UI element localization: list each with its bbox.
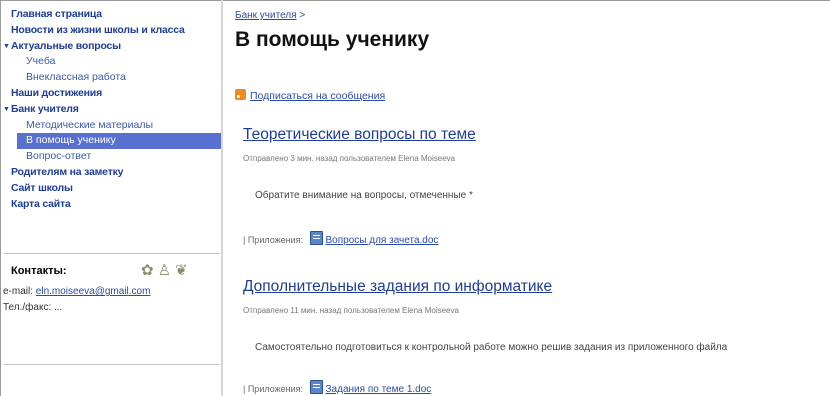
sidebar-item-school-site[interactable]: Сайт школы	[1, 181, 221, 197]
sidebar-item-extracurricular[interactable]: Внеклассная работа	[1, 70, 221, 86]
expand-arrow-icon[interactable]: ▼	[3, 39, 10, 55]
attachment-link[interactable]: Вопросы для зачета.doc	[326, 235, 439, 246]
sidebar-item-label: Главная страница	[11, 8, 102, 20]
sidebar-item-home[interactable]: Главная страница	[1, 7, 221, 23]
post-attachments: | Приложения: Вопросы для зачета.doc	[243, 231, 438, 246]
sidebar-item-label: Внеклассная работа	[26, 71, 126, 84]
contacts-title: Контакты:	[11, 265, 67, 277]
post-body: Самостоятельно подготовиться к контрольн…	[243, 334, 830, 360]
post-body-text: Самостоятельно подготовиться к контрольн…	[255, 342, 728, 353]
contact-phone: Тел./факс: ...	[3, 302, 63, 313]
sidebar-item-qa[interactable]: Вопрос-ответ	[1, 149, 221, 165]
breadcrumb-separator: >	[296, 10, 306, 21]
sidebar-item-label: Вопрос-ответ	[26, 150, 92, 163]
subscribe-link[interactable]: Подписаться на сообщения	[250, 90, 385, 102]
sidebar: Главная страница Новости из жизни школы …	[1, 1, 221, 396]
post-meta: Отправлено 11 мин. назад пользователем E…	[243, 306, 459, 315]
attachments-label: | Приложения:	[243, 384, 303, 394]
sidebar-item-label: Наши достижения	[11, 86, 102, 99]
contact-email: e-mail: eln.moiseeva@gmail.com	[3, 286, 150, 297]
sidebar-item-study[interactable]: Учеба	[1, 54, 221, 70]
sidebar-divider	[221, 0, 223, 396]
sidebar-bottom-divider	[3, 364, 220, 365]
email-link[interactable]: eln.moiseeva@gmail.com	[36, 286, 151, 297]
sidebar-item-parents[interactable]: Родителям на заметку	[1, 165, 221, 181]
page-title: В помощь ученику	[235, 28, 430, 51]
sidebar-item-label: Новости из жизни школы и класса	[11, 23, 185, 36]
attachment-link[interactable]: Задания по теме 1.doc	[326, 384, 432, 395]
post-attachments: | Приложения: Задания по теме 1.doc	[243, 380, 431, 395]
sidebar-item-student-help[interactable]: В помощь ученику	[17, 133, 221, 150]
breadcrumb-link-teacher-bank[interactable]: Банк учителя	[235, 10, 297, 21]
sidebar-item-methodical-materials[interactable]: Методические материалы	[1, 118, 221, 134]
subscribe-row: Подписаться на сообщения	[235, 89, 385, 102]
sidebar-item-label: Методические материалы	[26, 118, 153, 131]
sidebar-item-topical-questions[interactable]: ▼ Актуальные вопросы	[1, 39, 221, 55]
sidebar-item-achievements[interactable]: Наши достижения	[1, 86, 221, 102]
sidebar-item-label: Актуальные вопросы	[11, 39, 121, 52]
sidebar-item-label: Родителям на заметку	[11, 165, 124, 178]
sidebar-item-news[interactable]: Новости из жизни школы и класса	[1, 23, 221, 39]
document-icon	[309, 380, 323, 394]
sidebar-item-label: Карта сайта	[11, 197, 71, 210]
post-meta: Отправлено 3 мин. назад пользователем El…	[243, 154, 456, 163]
document-icon	[309, 231, 323, 245]
contact-icons: ✿♙❦	[141, 261, 192, 279]
post-body-text: Обратите внимание на вопросы, отмеченные…	[255, 190, 473, 201]
post-title[interactable]: Дополнительные задания по информатике	[243, 278, 552, 296]
rss-icon[interactable]	[235, 89, 246, 100]
post-body: Обратите внимание на вопросы, отмеченные…	[243, 182, 830, 208]
award-icon: ❦	[175, 262, 192, 279]
email-label: e-mail:	[3, 286, 34, 297]
ribbon-icon: ✿	[141, 262, 158, 279]
sidebar-item-sitemap[interactable]: Карта сайта	[1, 197, 221, 213]
sidebar-item-teacher-bank[interactable]: ▼ Банк учителя	[1, 102, 221, 118]
figure-icon: ♙	[157, 262, 176, 279]
sidebar-item-label: Банк учителя	[11, 102, 79, 115]
sidebar-item-label: Учеба	[26, 55, 56, 68]
sidebar-item-label: Сайт школы	[11, 181, 73, 194]
sidebar-nav: Главная страница Новости из жизни школы …	[1, 7, 221, 212]
breadcrumb: Банк учителя >	[235, 10, 305, 21]
post-title[interactable]: Теоретические вопросы по теме	[243, 126, 476, 144]
sidebar-item-label: В помощь ученику	[26, 134, 116, 147]
attachments-label: | Приложения:	[243, 235, 303, 245]
contacts-divider	[3, 253, 220, 254]
expand-arrow-icon[interactable]: ▼	[3, 102, 10, 118]
main-content: Банк учителя > В помощь ученику Подписат…	[235, 0, 830, 396]
